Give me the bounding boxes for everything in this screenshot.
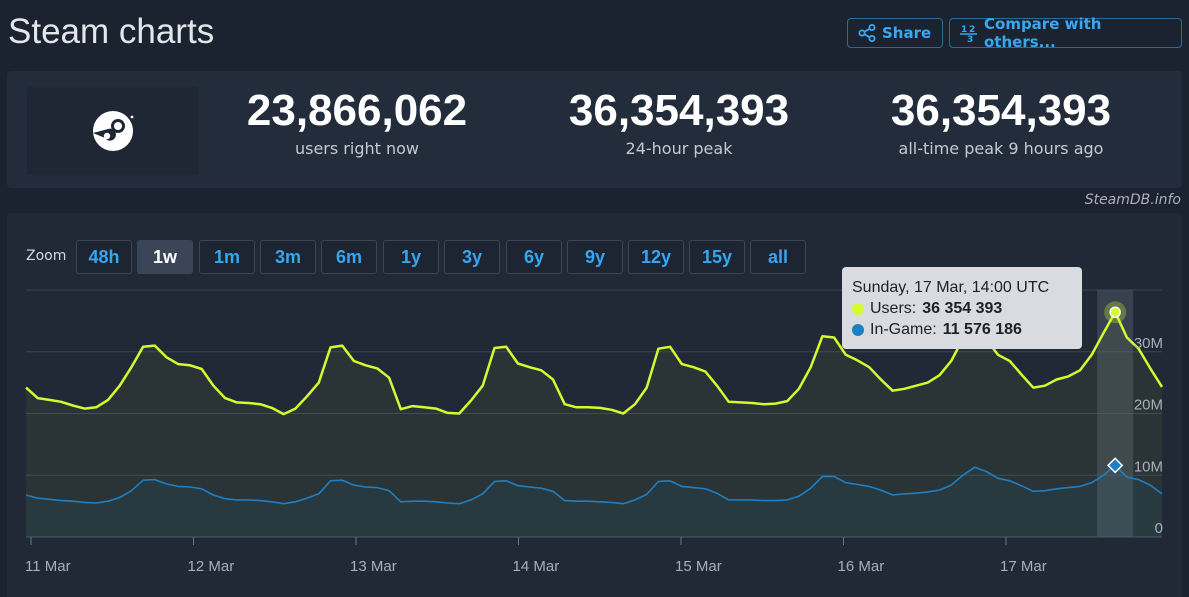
users-marker xyxy=(1109,306,1121,318)
tooltip-ingame-label: In-Game: xyxy=(870,321,937,338)
tooltip-ingame-value: 11 576 186 xyxy=(942,321,1022,338)
x-tick-label: 11 Mar xyxy=(25,558,71,575)
ingame-dot-icon xyxy=(852,323,864,336)
tooltip-users-label: Users: xyxy=(870,300,917,317)
x-tick-label: 16 Mar xyxy=(838,558,885,575)
chart-tooltip: Sunday, 17 Mar, 14:00 UTC Users: 36 354 … xyxy=(842,267,1082,349)
x-tick-label: 14 Mar xyxy=(513,558,560,575)
x-tick-label: 17 Mar xyxy=(1000,558,1047,575)
x-tick-label: 12 Mar xyxy=(188,558,235,575)
tooltip-ingame-row: In-Game: 11 576 186 xyxy=(852,319,1072,340)
y-tick-label: 10M xyxy=(1134,458,1163,475)
users-dot-icon xyxy=(852,302,864,315)
x-tick-label: 13 Mar xyxy=(350,558,397,575)
y-tick-label: 0 xyxy=(1155,520,1163,537)
y-tick-label: 30M xyxy=(1134,335,1163,352)
tooltip-date: Sunday, 17 Mar, 14:00 UTC xyxy=(852,279,1050,296)
x-tick-label: 15 Mar xyxy=(675,558,722,575)
tooltip-users-value: 36 354 393 xyxy=(922,300,1003,317)
y-tick-label: 20M xyxy=(1134,397,1163,414)
tooltip-users-row: Users: 36 354 393 xyxy=(852,298,1072,319)
